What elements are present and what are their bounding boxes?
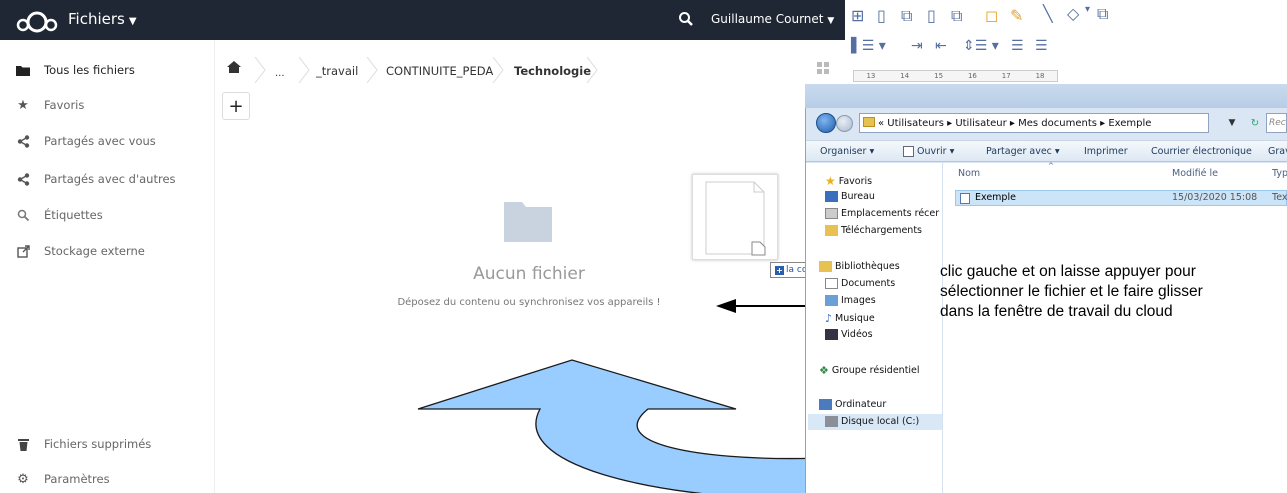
videos-icon (825, 329, 838, 340)
paragraph-spacing-icon[interactable]: ☰ (1035, 38, 1048, 54)
column-header-name[interactable]: Nom (958, 168, 980, 179)
ruler-mark: 16 (967, 72, 977, 80)
nav-label: Téléchargements (841, 225, 922, 236)
nav-label: Bibliothèques (835, 261, 900, 272)
annotation-line: clic gauche et on laisse appuyer pour (940, 263, 1196, 280)
drive-icon (825, 416, 838, 427)
recent-places-icon (825, 208, 838, 219)
explorer-titlebar[interactable] (805, 84, 1287, 108)
nav-label: Images (841, 295, 876, 306)
sort-indicator-icon: ^ (1048, 162, 1054, 170)
file-list (943, 163, 1287, 493)
nav-homegroup[interactable]: ❖ Groupe résidentiel (819, 364, 920, 377)
file-name: Exemple (975, 192, 1016, 203)
column-header-modified[interactable]: Modifié le (1172, 168, 1218, 179)
nav-label: Favoris (838, 175, 873, 187)
homegroup-icon: ❖ (819, 364, 829, 377)
instruction-annotation: clic gauche et on laisse appuyer pour sé… (940, 262, 1285, 322)
music-icon: ♪ (825, 312, 833, 325)
print-button[interactable]: Imprimer (1084, 146, 1128, 157)
nav-label: Bureau (841, 191, 875, 202)
file-modified: 15/03/2020 15:08 (1172, 192, 1258, 203)
address-path: « Utilisateurs ▸ Utilisateur ▸ Mes docum… (878, 117, 1152, 129)
nav-downloads[interactable]: Téléchargements (825, 225, 922, 236)
nav-local-disk[interactable]: Disque local (C:) (825, 416, 919, 427)
outdent-icon[interactable]: ⇤ (935, 38, 947, 54)
nav-label: Vidéos (841, 329, 873, 340)
open-icon (903, 146, 914, 157)
nav-label: Musique (835, 313, 875, 324)
email-button[interactable]: Courrier électronique (1151, 146, 1252, 157)
file-type: Tex (1272, 192, 1287, 203)
search-input[interactable]: Rech (1266, 113, 1287, 133)
open-button[interactable]: Ouvrir ▾ (903, 146, 954, 157)
ruler-mark: 18 (1035, 72, 1045, 80)
forward-button[interactable] (836, 115, 853, 132)
back-button[interactable] (816, 113, 836, 133)
column-header-type[interactable]: Typ (1272, 168, 1287, 179)
refresh-icon[interactable]: ↻ (1246, 113, 1264, 133)
frame-icon[interactable]: ⧉ (951, 6, 962, 26)
nav-label: Emplacements récer (841, 208, 940, 219)
downloads-icon (825, 225, 838, 236)
nav-documents[interactable]: Documents (825, 278, 895, 289)
comment-icon[interactable]: ◻ (985, 6, 998, 25)
annotation-line: dans la fenêtre de travail du cloud (940, 303, 1173, 320)
draw-icon[interactable]: ⧉ (1097, 4, 1108, 24)
ruler-mark: 14 (900, 72, 910, 80)
share-with-button[interactable]: Partager avec ▾ (986, 146, 1060, 157)
documents-icon (825, 278, 838, 289)
open-label: Ouvrir ▾ (917, 146, 955, 157)
nav-music[interactable]: ♪ Musique (825, 312, 875, 325)
nav-label: Disque local (C:) (841, 416, 920, 427)
address-dropdown[interactable]: ▼ (1222, 113, 1242, 133)
document-icon (705, 181, 766, 256)
pointer-arrow-head (716, 299, 736, 313)
paragraph-spacing-icon[interactable]: ☰ (1011, 38, 1024, 54)
ruler-mark: 15 (934, 72, 944, 80)
shape-icon[interactable]: ◇ (1067, 4, 1079, 23)
command-bar: Organiser ▾ Ouvrir ▾ Partager avec ▾ Imp… (806, 140, 1287, 162)
address-bar[interactable]: « Utilisateurs ▸ Utilisateur ▸ Mes docum… (859, 113, 1209, 133)
ruler: 13 14 15 16 17 18 (853, 70, 1058, 82)
line-spacing-icon[interactable]: ⇕☰ ▾ (963, 38, 999, 54)
indent-icon[interactable]: ⇥ (911, 38, 923, 54)
edit-icon[interactable]: ✎ (1010, 6, 1023, 25)
annotation-line: sélectionner le fichier et le faire glis… (940, 283, 1203, 300)
ruler-mark: 13 (866, 72, 876, 80)
table-icon[interactable]: ⊞ (851, 6, 864, 25)
organize-button[interactable]: Organiser ▾ (820, 146, 874, 157)
star-icon: ★ (825, 174, 836, 188)
page-icon[interactable]: ▯ (877, 6, 886, 25)
copy-page-icon[interactable]: ⧉ (901, 6, 912, 26)
nav-libraries[interactable]: Bibliothèques (819, 261, 900, 272)
nav-label: Ordinateur (835, 399, 887, 410)
images-icon (825, 295, 838, 306)
burn-button[interactable]: Grav (1268, 146, 1287, 157)
nav-label: Groupe résidentiel (831, 365, 920, 376)
plus-icon: + (775, 265, 784, 275)
nav-recent-places[interactable]: Emplacements récer (825, 208, 939, 219)
line-icon[interactable]: ╲ (1043, 4, 1053, 23)
nav-label: Documents (841, 278, 896, 289)
nav-computer[interactable]: Ordinateur (819, 399, 886, 410)
insert-page-icon[interactable]: ▯ (927, 6, 936, 25)
computer-icon (819, 399, 832, 410)
list-icon[interactable]: ▌☰ ▾ (851, 38, 886, 54)
nav-desktop[interactable]: Bureau (825, 191, 875, 202)
chevron-down-icon[interactable]: ▾ (1085, 4, 1090, 15)
libraries-icon (819, 261, 832, 272)
ruler-mark: 17 (1001, 72, 1011, 80)
folder-icon (863, 117, 875, 127)
nav-images[interactable]: Images (825, 295, 876, 306)
nav-videos[interactable]: Vidéos (825, 329, 873, 340)
nav-favorites[interactable]: ★ Favoris (825, 174, 872, 188)
text-file-icon (960, 193, 970, 204)
desktop-icon (825, 191, 838, 202)
